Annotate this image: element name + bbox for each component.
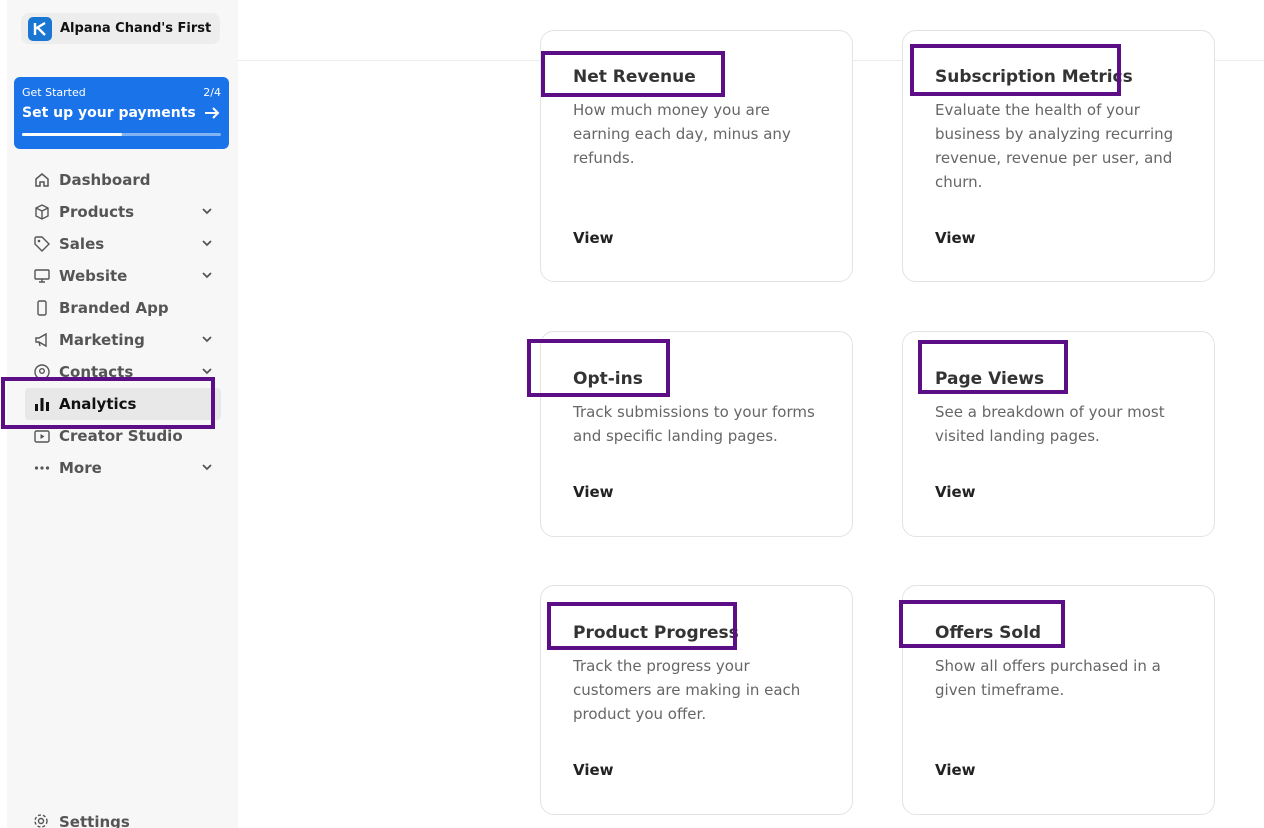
kajabi-logo-icon [28, 16, 52, 41]
sidebar-item-label: Branded App [59, 299, 169, 317]
view-link[interactable]: View [573, 761, 614, 779]
get-started-banner[interactable]: Get Started 2/4 Set up your payments [14, 77, 229, 149]
report-card-page-views[interactable]: Page Views See a breakdown of your most … [902, 331, 1215, 537]
megaphone-icon [33, 331, 51, 349]
card-description: Track the progress your customers are ma… [573, 657, 801, 723]
sidebar-item-creator-studio[interactable]: Creator Studio [25, 420, 221, 452]
view-link[interactable]: View [573, 229, 614, 247]
sidebar-item-label: More [59, 459, 102, 477]
view-link[interactable]: View [935, 483, 976, 501]
get-started-progress-count: 2/4 [203, 86, 221, 99]
sidebar-item-analytics[interactable]: Analytics [25, 388, 221, 420]
card-description: Track submissions to your forms and spec… [573, 403, 815, 445]
sidebar-item-label: Products [59, 203, 135, 221]
sidebar-item-label: Dashboard [59, 171, 151, 189]
card-title: Product Progress [573, 623, 739, 643]
monitor-icon [33, 267, 51, 285]
sidebar-item-label: Analytics [59, 395, 137, 413]
chevron-down-icon[interactable] [201, 333, 213, 345]
card-title: Subscription Metrics [935, 67, 1133, 87]
get-started-label: Get Started [22, 86, 86, 99]
sidebar-item-dashboard[interactable]: Dashboard [25, 164, 221, 196]
sidebar-item-label: Website [59, 267, 128, 285]
view-link[interactable]: View [573, 483, 614, 501]
sidebar-item-label: Contacts [59, 363, 134, 381]
card-description: Show all offers purchased in a given tim… [935, 657, 1161, 699]
get-started-progress-fill [22, 133, 122, 136]
report-card-subscription-metrics[interactable]: Subscription Metrics Evaluate the health… [902, 30, 1215, 282]
sidebar-item-settings[interactable]: Settings [33, 813, 130, 828]
bar-chart-icon [33, 395, 51, 413]
get-started-title-text: Set up your payments [22, 105, 196, 121]
report-card-product-progress[interactable]: Product Progress Track the progress your… [540, 585, 853, 815]
view-link[interactable]: View [935, 761, 976, 779]
card-title: Net Revenue [573, 67, 696, 87]
arrow-right-icon [204, 107, 220, 119]
chevron-down-icon[interactable] [201, 237, 213, 249]
site-name: Alpana Chand's First [60, 21, 212, 36]
sidebar-item-website[interactable]: Website [25, 260, 221, 292]
sidebar-item-contacts[interactable]: Contacts [25, 356, 221, 388]
card-description: How much money you are earning each day,… [573, 101, 791, 167]
phone-icon [33, 299, 51, 317]
sidebar-item-products[interactable]: Products [25, 196, 221, 228]
sidebar-item-branded-app[interactable]: Branded App [25, 292, 221, 324]
card-description: See a breakdown of your most visited lan… [935, 403, 1165, 445]
site-switcher[interactable]: Alpana Chand's First [21, 13, 221, 44]
chevron-down-icon[interactable] [201, 269, 213, 281]
sidebar-item-label: Settings [59, 813, 130, 828]
box-icon [33, 203, 51, 221]
contact-icon [33, 363, 51, 381]
video-icon [33, 427, 51, 445]
get-started-title: Set up your payments [22, 105, 220, 121]
card-title: Page Views [935, 369, 1045, 389]
chevron-down-icon[interactable] [201, 205, 213, 217]
sidebar-item-label: Sales [59, 235, 105, 253]
dots-icon [33, 459, 51, 477]
sidebar-item-marketing[interactable]: Marketing [25, 324, 221, 356]
report-card-net-revenue[interactable]: Net Revenue How much money you are earni… [540, 30, 853, 282]
sidebar-item-label: Marketing [59, 331, 145, 349]
gear-icon [33, 813, 51, 828]
home-icon [33, 171, 51, 189]
chevron-down-icon[interactable] [201, 461, 213, 473]
sidebar-item-label: Creator Studio [59, 427, 183, 445]
sidebar-item-more[interactable]: More [25, 452, 221, 484]
report-card-offers-sold[interactable]: Offers Sold Show all offers purchased in… [902, 585, 1215, 815]
view-link[interactable]: View [935, 229, 976, 247]
sidebar-item-sales[interactable]: Sales [25, 228, 221, 260]
get-started-progress-bar [22, 133, 221, 136]
tag-icon [33, 235, 51, 253]
chevron-down-icon[interactable] [201, 365, 213, 377]
report-card-opt-ins[interactable]: Opt-ins Track submissions to your forms … [540, 331, 853, 537]
card-description: Evaluate the health of your business by … [935, 101, 1174, 191]
card-title: Offers Sold [935, 623, 1042, 643]
card-title: Opt-ins [573, 369, 643, 389]
sidebar-nav: Dashboard Products Sales Website Branded… [25, 164, 221, 484]
